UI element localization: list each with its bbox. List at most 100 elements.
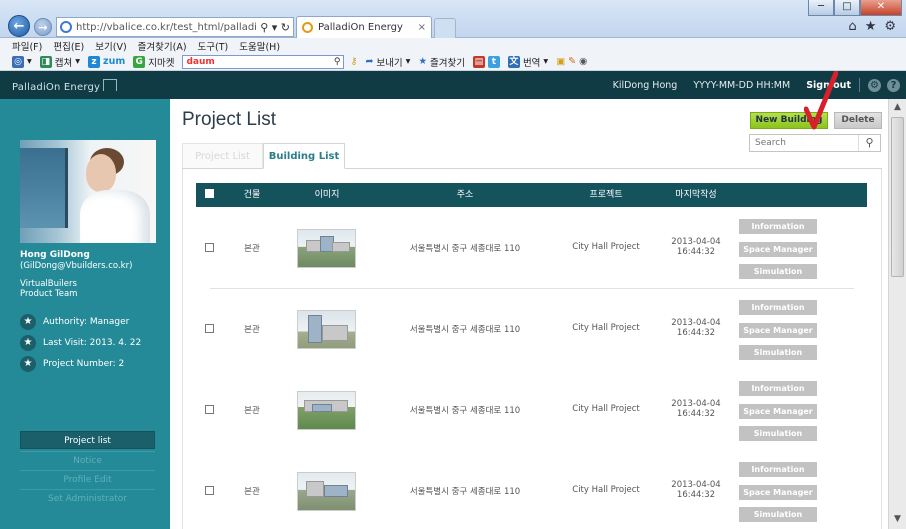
- menu-file[interactable]: 파일(F): [12, 39, 42, 53]
- toolbar-capture[interactable]: ◨ 캡쳐 ▾: [39, 55, 80, 69]
- row-building: 본관: [244, 325, 260, 335]
- row-divider: [210, 288, 854, 289]
- menu-tools[interactable]: 도구(T): [198, 39, 229, 53]
- back-button[interactable]: ←: [8, 15, 30, 37]
- simulation-history-button[interactable]: Simulation History: [739, 264, 817, 291]
- ie-icon: [60, 21, 72, 33]
- row-checkbox[interactable]: [205, 243, 214, 255]
- menu-favorites[interactable]: 즐겨찾기(A): [138, 39, 187, 53]
- toolbar-misc-icons[interactable]: ▣ ✎ ◉: [556, 56, 587, 67]
- row-actions: Information Space Manager Simulation His…: [739, 300, 817, 372]
- star-icon: ★: [20, 314, 36, 330]
- row-checkbox[interactable]: [205, 486, 214, 498]
- delete-button[interactable]: Delete: [834, 112, 882, 129]
- col-last-edited: 마지막작성: [675, 190, 717, 200]
- toolbar-key[interactable]: ⚷: [350, 56, 357, 67]
- search-refresh-icons[interactable]: ⚲ ▾ ↻: [260, 21, 290, 34]
- toolbar-zum[interactable]: z zum: [88, 55, 125, 68]
- scrollbar-thumb[interactable]: [891, 117, 904, 277]
- sidebar-item-profile-edit[interactable]: Profile Edit: [20, 470, 155, 488]
- space-manager-button[interactable]: Space Manager: [739, 241, 817, 257]
- gear-icon[interactable]: ⚙: [884, 19, 896, 34]
- row-last-edited: 2013-04-04 16:44:32: [661, 318, 731, 338]
- tab-project-list[interactable]: Project List: [182, 143, 263, 169]
- information-button[interactable]: Information: [739, 381, 817, 396]
- row-date: 2013-04-04: [671, 480, 721, 490]
- space-manager-button[interactable]: Space Manager: [739, 484, 817, 500]
- information-button[interactable]: Information: [739, 462, 817, 477]
- forward-button[interactable]: →: [34, 18, 52, 36]
- row-checkbox[interactable]: [205, 324, 214, 336]
- row-building: 본관: [244, 406, 260, 416]
- daum-logo: daum: [186, 56, 215, 67]
- settings-icon[interactable]: ⚙: [868, 78, 881, 92]
- star-icon[interactable]: ★: [865, 19, 877, 34]
- building-thumbnail[interactable]: [297, 391, 356, 430]
- home-icon[interactable]: ⌂: [848, 19, 856, 34]
- photo-body: [80, 190, 150, 243]
- building-thumbnail[interactable]: [297, 472, 356, 511]
- tab-close-icon[interactable]: ×: [418, 22, 426, 33]
- row-building: 본관: [244, 244, 260, 254]
- translate-label: 번역: [522, 57, 541, 69]
- toolbar-options[interactable]: ◎ ▾: [12, 55, 32, 68]
- row-address: 서울특별시 중구 세종대로 110: [409, 325, 521, 335]
- vertical-scrollbar[interactable]: ▲ ▼: [888, 99, 906, 529]
- info-last-visit: ★ Last Visit: 2013. 4. 22: [20, 335, 141, 351]
- information-button[interactable]: Information: [739, 219, 817, 234]
- row-project: City Hall Project: [572, 404, 640, 414]
- address-bar[interactable]: http://vbalice.co.kr/test_html/palladion…: [56, 17, 294, 37]
- search-icon[interactable]: ⚲: [858, 135, 880, 151]
- space-manager-button[interactable]: Space Manager: [739, 403, 817, 419]
- daum-search-box[interactable]: daum ⚲: [182, 54, 345, 69]
- sidebar-item-project-list[interactable]: Project list: [20, 431, 155, 449]
- info-label: Last Visit: 2013. 4. 22: [43, 338, 142, 348]
- maximize-button[interactable]: □: [834, 0, 860, 16]
- select-all-checkbox[interactable]: [204, 189, 214, 198]
- row-actions: Information Space Manager Simulation His…: [739, 381, 817, 453]
- toolbar-favorites[interactable]: ★ 즐겨찾기: [418, 55, 465, 69]
- sidebar-item-notice[interactable]: Notice: [20, 451, 155, 469]
- close-window-button[interactable]: ✕: [860, 0, 902, 16]
- search-input[interactable]: [750, 135, 858, 151]
- scroll-up-arrow-icon[interactable]: ▲: [889, 99, 906, 115]
- info-project-number: ★ Project Number: 2: [20, 356, 124, 372]
- toolbar-extra-icons[interactable]: ▤ t: [472, 55, 500, 68]
- gmarket-icon: G: [133, 55, 146, 68]
- new-tab-button[interactable]: [434, 18, 456, 38]
- help-icon[interactable]: ?: [887, 78, 900, 92]
- app-logo[interactable]: PalladiOn Energy: [12, 79, 118, 93]
- toolbar-send[interactable]: ➦ 보내기 ▾: [365, 55, 410, 69]
- sidebar-item-set-administrator[interactable]: Set Administrator: [20, 489, 155, 507]
- row-project: City Hall Project: [572, 323, 640, 333]
- row-time: 16:44:32: [676, 247, 716, 257]
- toolbar-gmarket[interactable]: G 지마켓: [133, 55, 174, 69]
- capture-icon: ◨: [39, 55, 52, 68]
- menu-view[interactable]: 보기(V): [95, 39, 126, 53]
- twitter-icon: t: [487, 55, 500, 68]
- row-building: 본관: [244, 487, 260, 497]
- menu-edit[interactable]: 편집(E): [53, 39, 84, 53]
- scroll-down-arrow-icon[interactable]: ▼: [889, 511, 906, 527]
- toolbar-translate[interactable]: 文 번역 ▾: [507, 55, 548, 69]
- building-thumbnail[interactable]: [297, 310, 356, 349]
- row-address: 서울특별시 중구 세종대로 110: [409, 487, 521, 497]
- simulation-history-button[interactable]: Simulation History: [739, 345, 817, 372]
- tab-building-list[interactable]: Building List: [263, 143, 345, 169]
- menu-help[interactable]: 도움말(H): [239, 39, 280, 53]
- star-icon: ★: [20, 356, 36, 372]
- space-manager-button[interactable]: Space Manager: [739, 322, 817, 338]
- row-checkbox[interactable]: [205, 405, 214, 417]
- information-button[interactable]: Information: [739, 300, 817, 315]
- browser-tab[interactable]: PalladiOn Energy ×: [296, 16, 432, 38]
- magnifier-icon[interactable]: ⚲: [334, 57, 341, 67]
- send-icon: ➦: [365, 56, 374, 67]
- building-thumbnail[interactable]: [297, 229, 356, 268]
- col-building: 건물: [243, 190, 261, 200]
- table-row: 본관 서울특별시 중구 세종대로 110 City Hall Project 2…: [196, 452, 867, 529]
- simulation-history-button[interactable]: Simulation History: [739, 426, 817, 453]
- gmarket-label: 지마켓: [148, 57, 175, 69]
- col-image: 이미지: [314, 190, 340, 200]
- simulation-history-button[interactable]: Simulation History: [739, 507, 817, 529]
- minimize-button[interactable]: ─: [808, 0, 834, 16]
